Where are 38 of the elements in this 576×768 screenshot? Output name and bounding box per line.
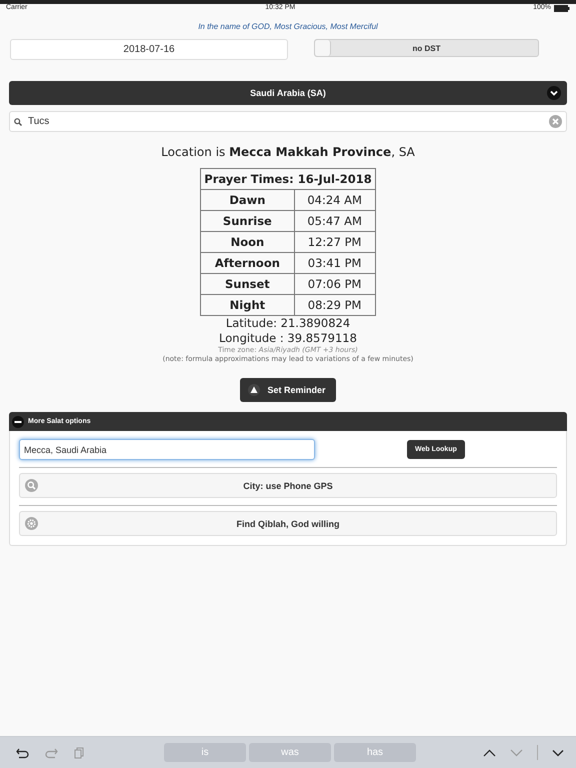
prayer-name: Sunrise (200, 210, 294, 232)
chevron-down-icon (547, 86, 561, 100)
country-dropdown[interactable]: Saudi Arabia (SA) (9, 81, 567, 105)
prayer-time: 04:24 AM (294, 190, 376, 210)
settings-icon (25, 517, 38, 530)
city-input[interactable]: Mecca, Saudi Arabia (19, 439, 315, 460)
set-reminder-button[interactable]: Set Reminder (240, 378, 336, 402)
prayer-name: Noon (200, 232, 294, 252)
prayer-time: 08:29 PM (294, 294, 376, 316)
dst-toggle[interactable]: no DST (314, 39, 539, 57)
search-icon (25, 479, 38, 492)
chevron-up-icon[interactable] (483, 748, 496, 756)
qiblah-button[interactable]: Find Qiblah, God willing (19, 511, 557, 536)
search-field[interactable]: Tucs (9, 111, 567, 132)
longitude-text: Longitude : 39.8579118 (218, 331, 358, 346)
latitude-text: Latitude: 21.3890824 (224, 316, 352, 331)
location-text: Location is Mecca Makkah Province, SA (160, 145, 416, 159)
paste-icon[interactable] (74, 746, 85, 758)
clear-icon[interactable] (549, 115, 562, 128)
prayer-time: 12:27 PM (294, 232, 376, 252)
prayer-time: 07:06 PM (294, 274, 376, 294)
chevron-down-icon[interactable] (510, 748, 523, 756)
hide-keyboard-icon[interactable] (552, 748, 564, 756)
minus-icon (12, 416, 24, 428)
undo-icon[interactable] (16, 746, 29, 758)
prayer-name: Sunset (200, 274, 294, 294)
prayer-name: Night (200, 294, 294, 316)
date-field[interactable]: 2018-07-16 (10, 39, 288, 60)
table-title: Prayer Times: 16-Jul-2018 (200, 168, 376, 190)
redo-icon[interactable] (45, 746, 58, 758)
prayer-name: Afternoon (200, 252, 294, 274)
prayer-time: 03:41 PM (294, 252, 376, 274)
blessing-text: In the name of GOD, Most Gracious, Most Merciful (197, 22, 379, 31)
prayer-name: Dawn (200, 190, 294, 210)
gps-button[interactable]: City: use Phone GPS (19, 473, 557, 498)
alert-icon (248, 384, 260, 396)
prayer-time: 05:47 AM (294, 210, 376, 232)
search-icon (14, 118, 22, 126)
